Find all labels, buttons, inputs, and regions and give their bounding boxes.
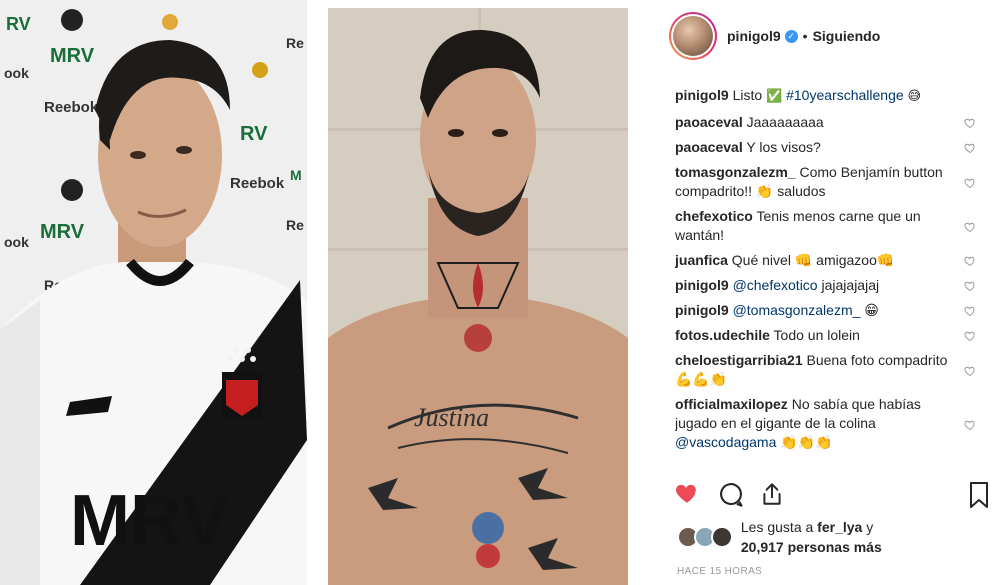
- avatar-border: [671, 14, 715, 58]
- likes-connector: y: [866, 519, 874, 535]
- svg-text:Reebok: Reebok: [230, 175, 285, 192]
- current-player-illustration: Justina: [328, 8, 628, 585]
- comment-item: fotos.udechile Todo un lolein: [675, 326, 998, 345]
- photo-current-player: Justina: [328, 8, 628, 585]
- verified-badge-icon: ✓: [784, 29, 798, 43]
- comment-like-heart-icon[interactable]: [964, 305, 976, 317]
- post-timestamp[interactable]: HACE 15 HORAS: [677, 566, 762, 577]
- header-separator: •: [802, 28, 808, 44]
- comment-item: pinigol9 @chefexotico jajajajajaj: [675, 276, 998, 295]
- caption-text: Listo: [732, 87, 763, 103]
- comment-like-heart-icon[interactable]: [964, 255, 976, 267]
- likes-prefix: Les gusta a: [740, 519, 814, 535]
- comment-text: 😁: [864, 302, 879, 318]
- comment-item: tomasgonzalezm_ Como Benjamín button com…: [675, 163, 998, 201]
- comment-username[interactable]: pinigol9: [675, 277, 729, 293]
- caption-username[interactable]: pinigol9: [675, 87, 729, 103]
- header-username[interactable]: pinigol9: [727, 28, 781, 44]
- svg-text:MRV: MRV: [40, 221, 85, 243]
- likes-summary: Les gusta a fer_lya y 20,917 personas má…: [677, 517, 997, 557]
- svg-text:M: M: [290, 167, 302, 183]
- liker-avatar: [711, 526, 733, 548]
- comment-item: pinigol9 @tomasgonzalezm_ 😁: [675, 301, 998, 320]
- action-bar: [655, 476, 998, 516]
- comment-text: Y los visos?: [746, 139, 821, 155]
- comment-item: paoaceval Y los visos?: [675, 138, 998, 157]
- comment-item: chefexotico Tenis menos carne que un wan…: [675, 207, 998, 245]
- caption: pinigol9 Listo ✅ #10yearschallenge 😅: [675, 86, 998, 105]
- heart-icon[interactable]: [673, 480, 701, 506]
- comment-like-heart-icon[interactable]: [964, 221, 976, 233]
- photo-young-player: RV MRV Reebok ook RV Reebok Re ook MRV R…: [0, 0, 307, 585]
- share-icon[interactable]: [759, 480, 785, 508]
- caption-hashtag[interactable]: #10yearschallenge: [786, 87, 904, 103]
- post-media[interactable]: RV MRV Reebok ook RV Reebok Re ook MRV R…: [0, 0, 655, 585]
- comment-username[interactable]: paoaceval: [675, 139, 743, 155]
- liker-avatars[interactable]: [677, 526, 733, 548]
- bookmark-icon[interactable]: [967, 480, 991, 510]
- comment-username[interactable]: pinigol9: [675, 302, 729, 318]
- comment-mention[interactable]: @tomasgonzalezm_: [733, 302, 861, 318]
- post-header: pinigol9 ✓ • Siguiendo: [655, 0, 998, 72]
- comment-item: paoaceval Jaaaaaaaaa: [675, 113, 998, 132]
- svg-text:Justina: Justina: [414, 403, 489, 432]
- avatar-image: [673, 16, 713, 56]
- likes-count[interactable]: 20,917 personas más: [741, 539, 882, 555]
- svg-text:MRV: MRV: [50, 45, 95, 67]
- comment-item: juanfica Qué nivel 👊 amigazoo👊: [675, 251, 998, 270]
- svg-text:Re: Re: [286, 217, 304, 233]
- comment-username[interactable]: officialmaxilopez: [675, 396, 788, 412]
- comment-like-heart-icon[interactable]: [964, 419, 976, 431]
- svg-text:Re: Re: [286, 35, 304, 51]
- comment-like-heart-icon[interactable]: [964, 117, 976, 129]
- comment-text: Jaaaaaaaaa: [746, 114, 824, 130]
- comment-item: officialmaxilopez No sabía que habías ju…: [675, 395, 998, 452]
- shirt-sponsor: MRV: [70, 481, 229, 561]
- svg-text:RV: RV: [240, 123, 268, 145]
- comment-mention[interactable]: @chefexotico: [733, 277, 818, 293]
- comment-like-heart-icon[interactable]: [964, 142, 976, 154]
- comment-suffix: 👏👏👏: [780, 434, 833, 450]
- svg-text:RV: RV: [6, 14, 31, 34]
- avatar[interactable]: [669, 12, 717, 60]
- comment-text: Todo un lolein: [773, 327, 860, 343]
- comment-item: cheloestigarribia21 Buena foto compadrit…: [675, 351, 998, 389]
- comment-mention[interactable]: @vascodagama: [675, 434, 776, 450]
- comment-username[interactable]: juanfica: [675, 252, 728, 268]
- svg-text:ook: ook: [4, 234, 29, 250]
- comment-like-heart-icon[interactable]: [964, 177, 976, 189]
- young-player-illustration: RV MRV Reebok ook RV Reebok Re ook MRV R…: [0, 0, 307, 585]
- likes-user[interactable]: fer_lya: [817, 519, 862, 535]
- post-side-panel: pinigol9 ✓ • Siguiendo pinigol9 Listo ✅ …: [655, 0, 998, 585]
- comment-username[interactable]: cheloestigarribia21: [675, 352, 803, 368]
- comment-username[interactable]: paoaceval: [675, 114, 743, 130]
- comment-text: Qué nivel 👊 amigazoo👊: [731, 252, 895, 268]
- comment-like-heart-icon[interactable]: [964, 280, 976, 292]
- comment-username[interactable]: chefexotico: [675, 208, 753, 224]
- following-button[interactable]: Siguiendo: [813, 28, 881, 44]
- comment-text: jajajajajaj: [821, 277, 880, 293]
- svg-text:Reebok: Reebok: [44, 99, 99, 116]
- comment-icon[interactable]: [717, 480, 745, 508]
- comment-like-heart-icon[interactable]: [964, 330, 976, 342]
- comment-username[interactable]: tomasgonzalezm_: [675, 164, 796, 180]
- comment-like-heart-icon[interactable]: [964, 365, 976, 377]
- comments-list[interactable]: pinigol9 Listo ✅ #10yearschallenge 😅 pao…: [675, 82, 998, 467]
- likes-text: Les gusta a fer_lya y 20,917 personas má…: [741, 517, 882, 557]
- comment-username[interactable]: fotos.udechile: [675, 327, 770, 343]
- sweat-smile-emoji: 😅: [907, 88, 922, 103]
- check-mark-emoji: ✅: [766, 88, 783, 103]
- svg-text:ook: ook: [4, 65, 29, 81]
